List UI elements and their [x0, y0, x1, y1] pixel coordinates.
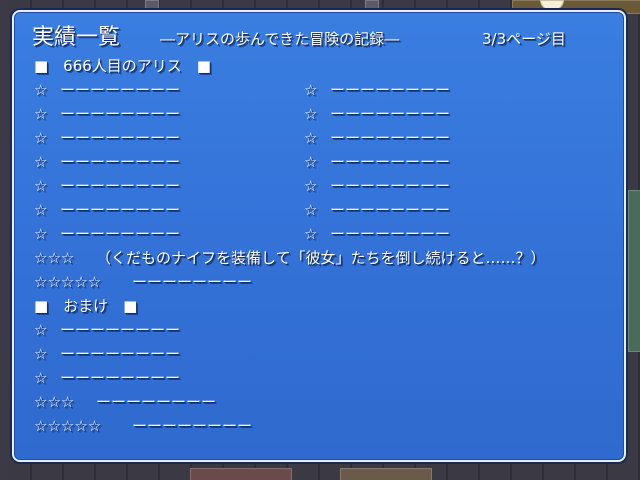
achievement-item[interactable]: ☆ ーーーーーーーー: [34, 320, 180, 340]
background-tile: [190, 468, 292, 480]
star-icon: ☆: [34, 129, 48, 147]
achievement-item[interactable]: ☆ ーーーーーーーー: [34, 344, 180, 364]
achievement-item[interactable]: ☆ ーーーーーーーー: [304, 224, 450, 244]
achievement-text: ーーーーーーーー: [330, 105, 451, 123]
achievement-text: ーーーーーーーー: [60, 321, 181, 339]
background-tile: [340, 468, 432, 480]
achievement-text: ーーーーーーーー: [330, 81, 451, 99]
star-icon: ☆: [304, 129, 318, 147]
achievement-text: ーーーーーーーー: [60, 369, 181, 387]
achievement-text: ーーーーーーーー: [330, 201, 451, 219]
achievement-item[interactable]: ☆ ーーーーーーーー: [34, 200, 180, 220]
window-title: 実績一覧: [32, 25, 121, 50]
achievement-item[interactable]: ☆ ーーーーーーーー: [34, 176, 180, 196]
achievement-text: ーーーーーーーー: [330, 129, 451, 147]
star-icon: ☆: [304, 201, 318, 219]
achievement-item[interactable]: ☆ ーーーーーーーー: [34, 152, 180, 172]
star-icon: ☆: [304, 177, 318, 195]
star-icon: ☆: [34, 369, 48, 387]
star-icon: ☆: [34, 321, 48, 339]
achievement-text: ーーーーーーーー: [60, 153, 181, 171]
star-icon: ☆: [34, 177, 48, 195]
star-icon: ☆: [34, 225, 48, 243]
achievement-item[interactable]: ☆ ーーーーーーーー: [34, 104, 180, 124]
achievement-item[interactable]: ☆ ーーーーーーーー: [34, 128, 180, 148]
star-icon: ☆: [304, 81, 318, 99]
star-icon: ☆: [34, 201, 48, 219]
section-heading-main: ■ 666人目のアリス ■: [34, 57, 211, 75]
achievement-item[interactable]: ☆ ーーーーーーーー: [34, 80, 180, 100]
achievement-text: ーーーーーーーー: [330, 177, 451, 195]
section-heading-bonus: ■ おまけ ■: [34, 297, 138, 315]
achievement-item[interactable]: ☆ ーーーーーーーー: [34, 368, 180, 388]
achievement-item[interactable]: ☆ ーーーーーーーー: [304, 200, 450, 220]
achievement-item-three-star[interactable]: ☆☆☆ ーーーーーーーー: [34, 392, 216, 412]
three-star-icon: ☆☆☆: [34, 393, 75, 411]
achievement-text: ーーーーーーーー: [60, 345, 181, 363]
achievement-text: ーーーーーーーー: [60, 105, 181, 123]
background-tile: [365, 0, 379, 10]
achievement-item[interactable]: ☆ ーーーーーーーー: [304, 152, 450, 172]
game-scene: 実績一覧 ―アリスの歩んできた冒険の記録― 3/3ページ目 ■ 666人目のアリ…: [0, 0, 640, 480]
achievement-hint-text: （くだものナイフを装備して「彼女」たちを倒し続けると……？）: [96, 249, 546, 267]
achievements-window: 実績一覧 ―アリスの歩んできた冒険の記録― 3/3ページ目 ■ 666人目のアリ…: [12, 10, 626, 462]
achievement-item[interactable]: ☆ ーーーーーーーー: [304, 104, 450, 124]
achievement-item[interactable]: ☆ ーーーーーーーー: [304, 128, 450, 148]
five-star-icon: ☆☆☆☆☆: [34, 273, 102, 291]
star-icon: ☆: [304, 105, 318, 123]
achievement-item[interactable]: ☆ ーーーーーーーー: [304, 176, 450, 196]
achievement-text: ーーーーーーーー: [60, 81, 181, 99]
star-icon: ☆: [34, 81, 48, 99]
achievement-item-five-star[interactable]: ☆☆☆☆☆ ーーーーーーーー: [34, 272, 252, 292]
three-star-icon: ☆☆☆: [34, 249, 75, 267]
achievement-text: ーーーーーーーー: [96, 393, 217, 411]
star-icon: ☆: [304, 153, 318, 171]
achievement-item[interactable]: ☆ ーーーーーーーー: [34, 224, 180, 244]
achievement-text: ーーーーーーーー: [330, 153, 451, 171]
achievement-item[interactable]: ☆ ーーーーーーーー: [304, 80, 450, 100]
background-tile: [145, 0, 159, 10]
background-wall: [0, 0, 8, 480]
achievement-text: ーーーーーーーー: [60, 225, 181, 243]
achievement-text: ーーーーーーーー: [132, 417, 253, 435]
achievement-item-three-star[interactable]: ☆☆☆ （くだものナイフを装備して「彼女」たちを倒し続けると……？）: [34, 248, 546, 268]
star-icon: ☆: [304, 225, 318, 243]
achievement-text: ーーーーーーーー: [330, 225, 451, 243]
achievement-text: ーーーーーーーー: [60, 177, 181, 195]
star-icon: ☆: [34, 153, 48, 171]
five-star-icon: ☆☆☆☆☆: [34, 417, 102, 435]
achievement-text: ーーーーーーーー: [60, 129, 181, 147]
achievement-text: ーーーーーーーー: [132, 273, 253, 291]
star-icon: ☆: [34, 345, 48, 363]
background-tile: [628, 190, 640, 352]
star-icon: ☆: [34, 105, 48, 123]
window-subtitle: ―アリスの歩んできた冒険の記録―: [160, 30, 400, 48]
achievement-text: ーーーーーーーー: [60, 201, 181, 219]
page-indicator: 3/3ページ目: [482, 30, 566, 48]
achievement-item-five-star[interactable]: ☆☆☆☆☆ ーーーーーーーー: [34, 416, 252, 436]
